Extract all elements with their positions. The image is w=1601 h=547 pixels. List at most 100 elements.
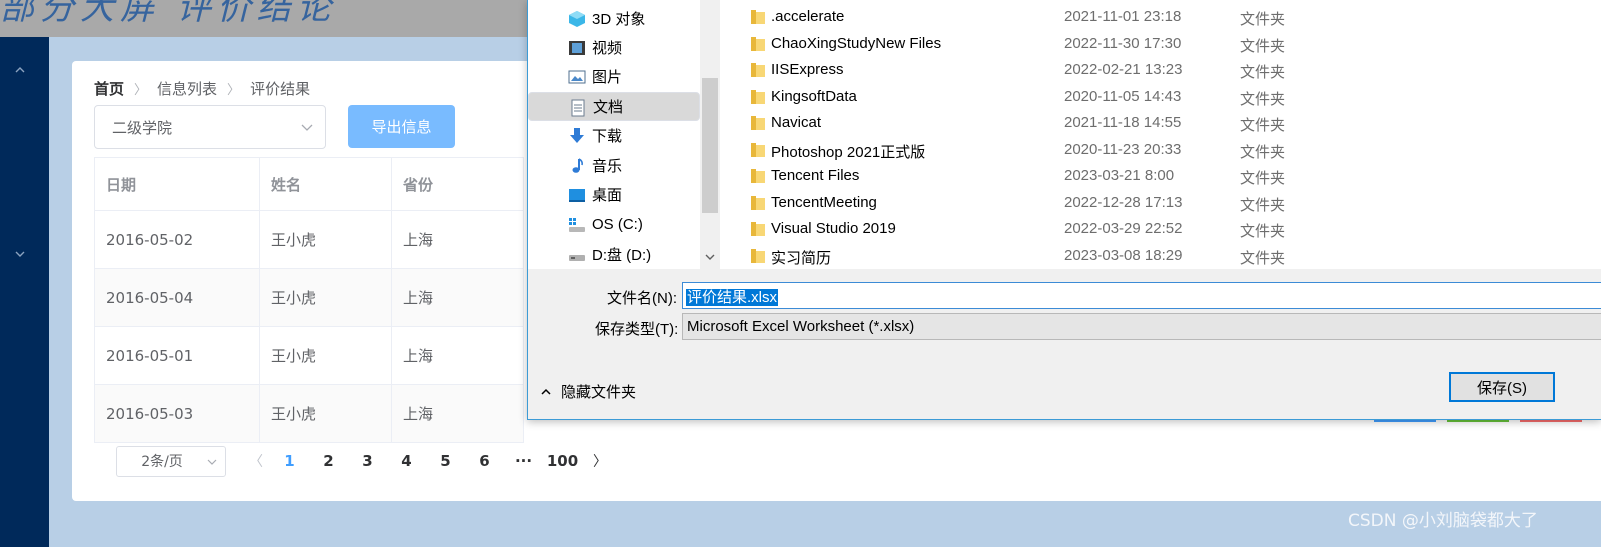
file-row[interactable]: Visual Studio 2019 2022-03-29 22:52 文件夹 [720, 216, 1601, 242]
prev-page-icon[interactable]: 〈 [242, 451, 270, 471]
cell-name: 王小虎 [259, 210, 392, 269]
cell-name: 王小虎 [259, 384, 392, 443]
filetype-select[interactable]: Microsoft Excel Worksheet (*.xlsx) [682, 313, 1601, 340]
table-row[interactable]: 2016-05-02 王小虎 上海 [94, 210, 524, 269]
table-header-row: 日期 姓名 省份 [94, 157, 524, 211]
page-2[interactable]: 2 [309, 452, 348, 470]
column-header-name[interactable]: 姓名 [259, 157, 392, 211]
chevron-up-icon[interactable] [13, 63, 27, 77]
file-row[interactable]: ChaoXingStudyNew Files 2022-11-30 17:30 文件… [720, 31, 1601, 57]
nav-item-downloads[interactable]: 下载 [528, 121, 700, 150]
page-4[interactable]: 4 [387, 452, 426, 470]
file-row[interactable]: Navicat 2021-11-18 14:55 文件夹 [720, 110, 1601, 136]
more-pages-icon[interactable]: ··· [504, 452, 543, 470]
nav-item-drive-d[interactable]: D:盘 (D:) [528, 240, 700, 269]
file-type: 文件夹 [1240, 11, 1286, 28]
file-name: Visual Studio 2019 [771, 220, 896, 237]
file-row[interactable]: 实习简历 2023-03-08 18:29 文件夹 [720, 243, 1601, 269]
file-name: ChaoXingStudyNew Files [771, 34, 942, 52]
file-date: 2022-12-28 17:13 [1064, 193, 1183, 211]
documents-icon [571, 99, 585, 117]
file-date: 2022-03-29 22:52 [1064, 220, 1183, 237]
page-1[interactable]: 1 [270, 452, 309, 470]
breadcrumb-home[interactable]: 首页 [94, 78, 124, 99]
filename-label: 文件名(N): [607, 290, 677, 307]
table-row[interactable]: 2016-05-03 王小虎 上海 [94, 384, 524, 443]
column-header-date[interactable]: 日期 [94, 157, 260, 211]
filename-value: 评价结果.xlsx [686, 289, 779, 306]
college-select[interactable]: 二级学院 [94, 105, 326, 149]
chevron-down-icon[interactable] [13, 247, 27, 261]
folder-icon [751, 248, 765, 263]
table-row[interactable]: 2016-05-01 王小虎 上海 [94, 326, 524, 385]
page-last[interactable]: 100 [543, 452, 582, 470]
desktop-icon [569, 189, 585, 202]
drive-icon [569, 255, 585, 261]
watermark: CSDN @小刘脑袋都大了 [1348, 511, 1538, 531]
page-3[interactable]: 3 [348, 452, 387, 470]
file-name: Navicat [771, 114, 822, 131]
hide-folders-toggle[interactable]: 隐藏文件夹 [540, 381, 636, 402]
breadcrumb-info-list[interactable]: 信息列表 [157, 78, 217, 99]
file-row[interactable]: Tencent Files 2023-03-21 8:00 文件夹 [720, 163, 1601, 189]
file-type: 文件夹 [1240, 196, 1286, 214]
page-6[interactable]: 6 [465, 452, 504, 470]
file-type: 文件夹 [1240, 64, 1286, 81]
next-page-icon[interactable]: 〉 [586, 451, 614, 471]
scrollbar-thumb[interactable] [702, 78, 718, 213]
file-type: 文件夹 [1240, 37, 1286, 55]
nav-scrollbar[interactable] [700, 0, 720, 269]
file-name: TencentMeeting [771, 193, 877, 211]
nav-item-drive-c[interactable]: OS (C:) [528, 210, 700, 239]
file-row[interactable]: IISExpress 2022-02-21 13:23 文件夹 [720, 57, 1601, 83]
file-date: 2022-02-21 13:23 [1064, 61, 1183, 78]
breadcrumb: 首页 〉 信息列表 〉 评价结果 [94, 78, 310, 99]
chevron-down-icon [207, 459, 217, 465]
folder-icon [751, 36, 765, 51]
breadcrumb-separator-icon: 〉 [227, 83, 241, 98]
file-type: 文件夹 [1240, 170, 1286, 187]
table-row[interactable]: 2016-05-04 王小虎 上海 [94, 268, 524, 327]
nav-item-3d-objects[interactable]: 3D 对象 [528, 4, 700, 33]
page-size-value: 2条/页 [141, 454, 183, 470]
page-5[interactable]: 5 [426, 452, 465, 470]
file-row[interactable]: Photoshop 2021正式版 2020-11-23 20:33 文件夹 [720, 137, 1601, 163]
sidebar [0, 37, 49, 547]
page-size-select[interactable]: 2条/页 [116, 445, 226, 477]
cell-province: 上海 [391, 268, 524, 327]
file-name: IISExpress [771, 61, 844, 78]
nav-item-desktop[interactable]: 桌面 [528, 180, 700, 209]
drive-icon [569, 218, 585, 232]
file-name: 实习简历 [771, 249, 832, 267]
export-button[interactable]: 导出信息 [348, 105, 455, 148]
save-button[interactable]: 保存(S) [1449, 372, 1555, 402]
3d-objects-icon [569, 11, 585, 27]
file-type: 文件夹 [1240, 143, 1286, 161]
file-type: 文件夹 [1240, 223, 1286, 240]
nav-item-documents[interactable]: 文档 [528, 92, 700, 121]
college-select-value: 二级学院 [112, 118, 173, 137]
nav-item-music[interactable]: 音乐 [528, 151, 700, 180]
cell-province: 上海 [391, 326, 524, 385]
folder-icon [751, 142, 765, 157]
pictures-icon [568, 70, 586, 84]
file-date: 2020-11-05 14:43 [1064, 87, 1182, 105]
navigation-pane: 3D 对象 视频 图片 文档 下载 音乐 桌面 OS (C:) D:盘 (D:) [528, 0, 720, 269]
column-header-province[interactable]: 省份 [391, 157, 524, 211]
file-name: .accelerate [771, 8, 845, 25]
file-row[interactable]: .accelerate 2021-11-01 23:18 文件夹 [720, 4, 1601, 30]
nav-item-pictures[interactable]: 图片 [528, 62, 700, 91]
scroll-down-icon[interactable] [704, 251, 716, 263]
file-row[interactable]: TencentMeeting 2022-12-28 17:13 文件夹 [720, 190, 1601, 216]
file-list: .accelerate 2021-11-01 23:18 文件夹 ChaoXingSt… [720, 0, 1601, 269]
cell-date: 2016-05-02 [94, 210, 260, 269]
folder-icon [751, 195, 765, 210]
folder-icon [751, 169, 765, 183]
save-as-dialog: 3D 对象 视频 图片 文档 下载 音乐 桌面 OS (C:) D:盘 (D:)… [527, 0, 1601, 420]
cell-name: 王小虎 [259, 268, 392, 327]
nav-item-videos[interactable]: 视频 [528, 33, 700, 62]
file-row[interactable]: KingsoftData 2020-11-05 14:43 文件夹 [720, 84, 1601, 110]
file-date: 2021-11-01 23:18 [1064, 8, 1182, 25]
filename-input[interactable]: 评价结果.xlsx [682, 282, 1601, 309]
cell-date: 2016-05-03 [94, 384, 260, 443]
